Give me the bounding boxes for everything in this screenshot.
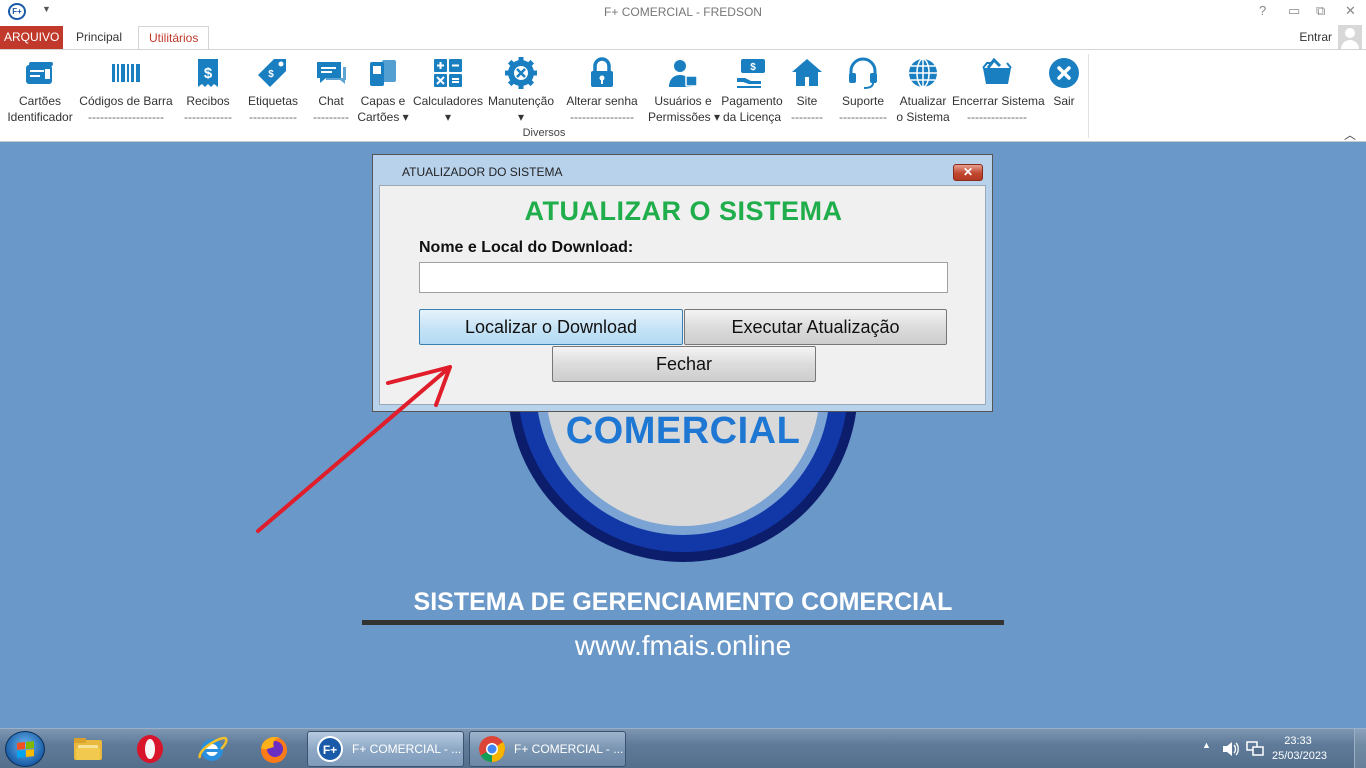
close-dialog-button[interactable]: Fechar [552,346,816,382]
taskbar-item-label: F+ COMERCIAL - ... [352,742,462,756]
home-icon [790,56,824,90]
ribbon-button-suporte[interactable]: Suporte ------------ [832,54,894,125]
close-circle-icon [1047,56,1081,90]
logo-text: COMERCIAL [565,410,801,452]
opera-icon[interactable] [134,733,166,765]
collapse-ribbon-icon[interactable]: ︿ [1344,126,1356,143]
title-bar: F+ ▼ F+ COMERCIAL - FREDSON ? ▭ ⧉ ✕ [0,0,1366,24]
fplus-app-icon: F+ [317,736,343,762]
tagline: SISTEMA DE GERENCIAMENTO COMERCIAL [413,588,953,616]
headset-icon [846,56,880,90]
windows-logo-icon [17,741,34,758]
ribbon-button-atualizar-o-sistema[interactable]: Atualizar o Sistema [896,54,950,125]
sign-in-link[interactable]: Entrar [1299,30,1332,44]
ribbon-button-manutencao[interactable]: Manutenção ▾ [486,54,556,125]
chat-icon [314,56,348,90]
calculator-icon [431,56,465,90]
ribbon-button-cartoes-identificador[interactable]: Cartões Identificador [4,54,76,125]
system-clock[interactable]: 23:33 25/03/2023 [1272,734,1328,764]
internet-explorer-icon[interactable] [196,733,228,765]
tab-utilitarios[interactable]: Utilitários [138,26,210,51]
svg-text:$: $ [268,69,274,80]
maintenance-icon [504,56,538,90]
taskbar-item-chrome[interactable]: F+ COMERCIAL - ... [469,731,626,767]
tab-principal[interactable]: Principal [66,26,132,50]
red-arrow-annotation [256,365,452,533]
ribbon-button-alterar-senha[interactable]: Alterar senha ---------------- [560,54,644,125]
avatar[interactable] [1338,25,1362,49]
start-button[interactable] [5,731,45,767]
users-icon [666,56,700,90]
svg-text:$: $ [204,65,213,82]
tagline-underline [362,620,1004,625]
dialog-body: ATUALIZAR O SISTEMA Nome e Local do Down… [379,185,986,405]
cards-icon [366,56,400,90]
taskbar-item-label: F+ COMERCIAL - ... [514,742,624,756]
network-icon[interactable] [1246,741,1264,757]
ribbon-button-pagamento-da-licenca[interactable]: $ Pagamento da Licença [720,54,784,125]
tab-arquivo[interactable]: ARQUIVO [0,26,64,50]
ribbon-button-encerrar-sistema[interactable]: Encerrar Sistema --------------- [952,54,1045,125]
ribbon-button-sair[interactable]: Sair [1046,54,1082,109]
ribbon-button-usuarios-e-permissoes[interactable]: Usuários e Permissões ▾ [648,54,720,125]
ribbon-separator [1088,54,1089,138]
ribbon-display-options-button[interactable]: ▭ [1288,3,1300,19]
updater-dialog: ATUALIZADOR DO SISTEMA ✕ ATUALIZAR O SIS… [372,154,993,412]
barcode-icon [109,56,143,90]
file-explorer-icon[interactable] [72,733,104,765]
dialog-close-button[interactable]: ✕ [953,164,983,181]
globe-icon [906,56,940,90]
clock-time: 23:33 [1284,735,1312,747]
firefox-icon[interactable] [258,733,290,765]
id-card-icon [23,56,57,90]
restore-button[interactable]: ⧉ [1316,3,1325,19]
ribbon-button-site[interactable]: Site -------- [786,54,828,125]
receipt-icon: $ [191,56,225,90]
taskbar: F+ F+ COMERCIAL - ... F+ COMERCIAL - ...… [0,728,1366,768]
download-path-input[interactable] [419,262,948,293]
speaker-icon[interactable] [1222,741,1240,757]
ribbon-button-recibos[interactable]: $ Recibos ------------ [176,54,240,125]
lock-icon [585,56,619,90]
box-icon [980,56,1014,90]
ribbon-button-etiquetas[interactable]: $ Etiquetas ------------ [242,54,304,125]
clock-date: 25/03/2023 [1272,750,1328,762]
ribbon-tabs: ARQUIVO Principal Utilitários Entrar [0,24,1366,51]
show-hidden-icons-button[interactable]: ▲ [1202,740,1211,750]
svg-text:F+: F+ [323,743,337,757]
chrome-icon [479,736,506,763]
close-window-button[interactable]: ✕ [1345,3,1356,19]
tag-icon: $ [256,56,290,90]
ribbon-button-calculadores[interactable]: Calculadores ▾ [412,54,484,125]
dialog-heading: ATUALIZAR O SISTEMA [524,196,843,226]
ribbon-group-label: Diversos [522,127,566,139]
website-url: www.fmais.online [574,630,792,661]
show-desktop-button[interactable] [1354,729,1366,768]
taskbar-item-fplus-comercial[interactable]: F+ F+ COMERCIAL - ... [307,731,464,767]
ribbon: Cartões Identificador Códigos de Barra -… [0,49,1366,142]
svg-text:$: $ [750,62,756,73]
payment-icon: $ [735,56,769,90]
window-title: F+ COMERCIAL - FREDSON [604,5,762,19]
dialog-title: ATUALIZADOR DO SISTEMA [402,165,563,179]
ribbon-button-codigos-de-barra[interactable]: Códigos de Barra ------------------- [78,54,174,125]
help-button[interactable]: ? [1259,3,1266,18]
locate-download-button[interactable]: Localizar o Download [419,309,683,345]
download-path-label: Nome e Local do Download: [419,239,634,256]
execute-update-button[interactable]: Executar Atualização [684,309,947,345]
ribbon-button-capas-e-cartoes[interactable]: Capas e Cartões ▾ [357,54,409,125]
ribbon-button-chat[interactable]: Chat --------- [306,54,356,125]
